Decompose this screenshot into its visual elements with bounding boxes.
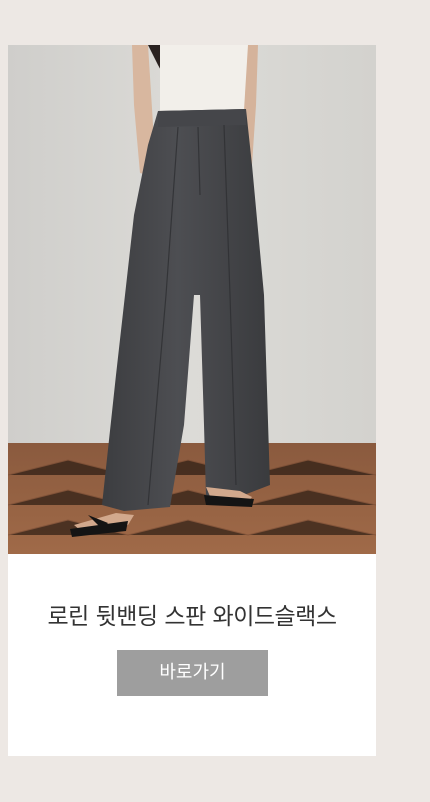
product-title: 로린 뒷밴딩 스판 와이드슬랙스	[47, 604, 337, 630]
product-image[interactable]	[8, 45, 376, 554]
product-card[interactable]: 로린 뒷밴딩 스판 와이드슬랙스 바로가기	[8, 45, 376, 756]
go-to-product-button[interactable]: 바로가기	[117, 650, 268, 696]
